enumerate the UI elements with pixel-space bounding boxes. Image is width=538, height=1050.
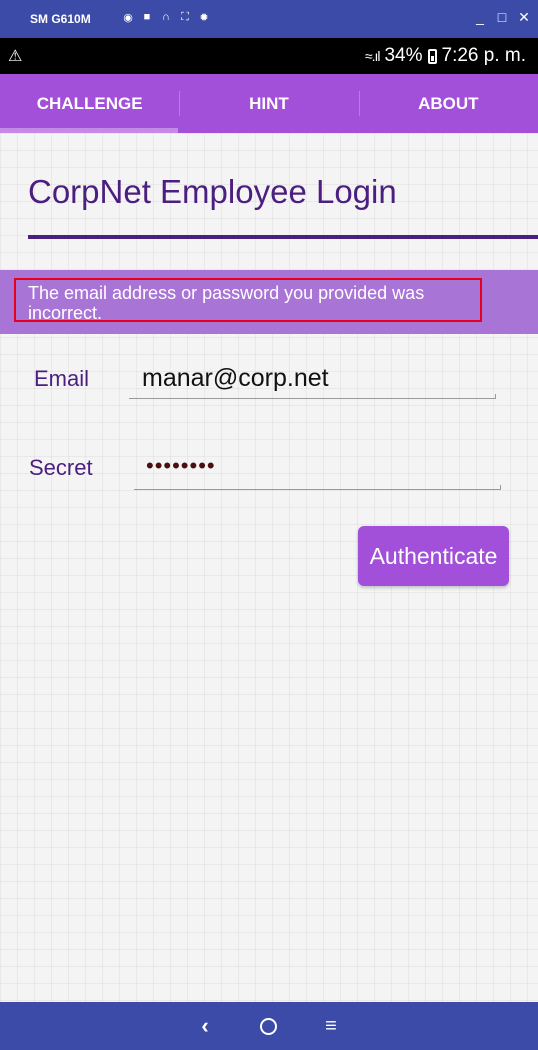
back-icon: ‹ bbox=[201, 1013, 209, 1038]
login-screen: CorpNet Employee Login The email address… bbox=[0, 133, 538, 1002]
tab-about[interactable]: ABOUT bbox=[358, 74, 538, 133]
home-icon bbox=[259, 1017, 277, 1035]
tab-hint[interactable]: HINT bbox=[179, 74, 358, 133]
headset-icon[interactable]: ∩ bbox=[160, 11, 172, 24]
authenticate-button[interactable]: Authenticate bbox=[358, 526, 509, 586]
video-icon[interactable]: ■ bbox=[141, 11, 153, 24]
status-indicators: ≈.ıl 34% 7:26 p. m. bbox=[365, 45, 526, 67]
navigation-bar: ‹ ≡ bbox=[0, 1002, 538, 1050]
email-field-underline bbox=[129, 394, 496, 399]
secret-label: Secret bbox=[29, 455, 93, 480]
device-name: SM G610M bbox=[30, 12, 91, 26]
clock: 7:26 p. m. bbox=[441, 45, 527, 66]
secret-field[interactable]: •••••••• bbox=[146, 453, 216, 479]
window-controls: _ □ ✕ bbox=[474, 9, 530, 26]
warning-icon: ⚠ bbox=[8, 48, 23, 65]
menu-icon: ≡ bbox=[325, 1014, 337, 1037]
wifi-signal-icon: ≈.ıl bbox=[364, 48, 381, 64]
tab-label: HINT bbox=[249, 93, 289, 113]
tab-bar: CHALLENGE HINT ABOUT bbox=[0, 74, 538, 133]
error-message: The email address or password you provid… bbox=[14, 278, 482, 323]
settings-icon[interactable]: ✹ bbox=[198, 11, 210, 24]
title-divider bbox=[28, 235, 538, 239]
status-bar: ⚠ ≈.ıl 34% 7:26 p. m. bbox=[0, 38, 538, 74]
emulator-title-bar: SM G610M ◉ ■ ∩ ⛶ ✹ _ □ ✕ bbox=[0, 0, 538, 38]
email-label: Email bbox=[34, 366, 90, 391]
minimize-icon[interactable]: _ bbox=[474, 9, 486, 26]
error-banner: The email address or password you provid… bbox=[0, 270, 538, 334]
email-field[interactable]: manar@corp.net bbox=[142, 364, 329, 393]
camera-icon[interactable]: ◉ bbox=[122, 11, 134, 24]
tab-label: CHALLENGE bbox=[36, 93, 143, 113]
tab-label: ABOUT bbox=[418, 93, 479, 113]
emulator-toolbar: ◉ ■ ∩ ⛶ ✹ bbox=[122, 11, 210, 24]
close-icon[interactable]: ✕ bbox=[518, 9, 530, 26]
home-button[interactable] bbox=[252, 1010, 284, 1042]
maximize-icon[interactable]: □ bbox=[496, 9, 508, 26]
battery-percent: 34% bbox=[384, 45, 423, 66]
tab-challenge[interactable]: CHALLENGE bbox=[0, 74, 179, 133]
recents-button[interactable]: ≡ bbox=[315, 1010, 347, 1042]
secret-field-underline bbox=[134, 485, 501, 490]
back-button[interactable]: ‹ bbox=[189, 1010, 221, 1042]
battery-icon bbox=[427, 48, 437, 64]
fullscreen-icon[interactable]: ⛶ bbox=[179, 11, 191, 24]
page-title: CorpNet Employee Login bbox=[28, 173, 397, 210]
